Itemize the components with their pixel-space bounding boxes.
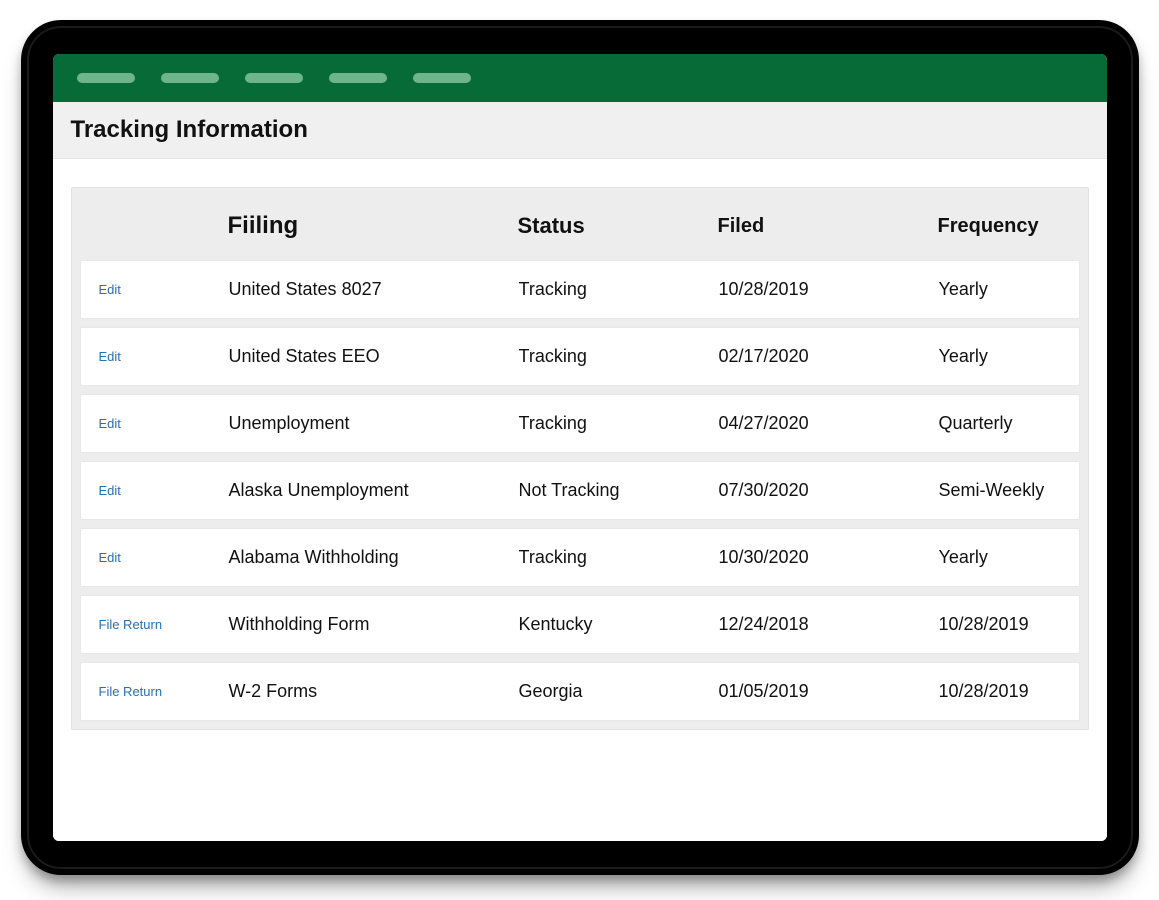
cell-filed: 02/17/2020 — [719, 346, 939, 367]
edit-link[interactable]: Edit — [99, 282, 229, 297]
cell-frequency: Yearly — [939, 279, 1061, 300]
cell-frequency: 10/28/2019 — [939, 614, 1061, 635]
cell-filing: Withholding Form — [229, 614, 519, 635]
table-row: File Return W-2 Forms Georgia 01/05/2019… — [80, 662, 1080, 721]
file-return-link[interactable]: File Return — [99, 617, 229, 632]
table-row: Edit United States 8027 Tracking 10/28/2… — [80, 260, 1080, 319]
edit-link[interactable]: Edit — [99, 550, 229, 565]
cell-status: Tracking — [519, 413, 719, 434]
cell-filing: Unemployment — [229, 413, 519, 434]
cell-filed: 12/24/2018 — [719, 614, 939, 635]
nav-item-placeholder[interactable] — [413, 73, 471, 83]
tablet-frame: Tracking Information Fiiling Status File… — [21, 20, 1139, 875]
cell-frequency: Quarterly — [939, 413, 1061, 434]
top-navigation-bar — [53, 54, 1107, 102]
cell-frequency: Semi-Weekly — [939, 480, 1061, 501]
column-header-filing: Fiiling — [228, 212, 518, 240]
edit-link[interactable]: Edit — [99, 416, 229, 431]
cell-filing: United States 8027 — [229, 279, 519, 300]
cell-frequency: 10/28/2019 — [939, 681, 1061, 702]
nav-item-placeholder[interactable] — [329, 73, 387, 83]
table-row: File Return Withholding Form Kentucky 12… — [80, 595, 1080, 654]
cell-filed: 10/30/2020 — [719, 547, 939, 568]
nav-item-placeholder[interactable] — [161, 73, 219, 83]
column-header-frequency: Frequency — [938, 215, 1062, 238]
table-row: Edit United States EEO Tracking 02/17/20… — [80, 327, 1080, 386]
cell-filing: United States EEO — [229, 346, 519, 367]
cell-filed: 01/05/2019 — [719, 681, 939, 702]
content-area: Fiiling Status Filed Frequency Edit Unit… — [53, 159, 1107, 841]
cell-status: Tracking — [519, 346, 719, 367]
file-return-link[interactable]: File Return — [99, 684, 229, 699]
table-row: Edit Unemployment Tracking 04/27/2020 Qu… — [80, 394, 1080, 453]
edit-link[interactable]: Edit — [99, 483, 229, 498]
cell-filed: 07/30/2020 — [719, 480, 939, 501]
cell-filed: 04/27/2020 — [719, 413, 939, 434]
column-header-status: Status — [518, 213, 718, 239]
nav-item-placeholder[interactable] — [77, 73, 135, 83]
edit-link[interactable]: Edit — [99, 349, 229, 364]
cell-filing: Alabama Withholding — [229, 547, 519, 568]
cell-filing: W-2 Forms — [229, 681, 519, 702]
cell-status: Georgia — [519, 681, 719, 702]
table-row: Edit Alaska Unemployment Not Tracking 07… — [80, 461, 1080, 520]
cell-filed: 10/28/2019 — [719, 279, 939, 300]
page-title: Tracking Information — [71, 116, 1089, 144]
nav-item-placeholder[interactable] — [245, 73, 303, 83]
cell-status: Tracking — [519, 279, 719, 300]
cell-frequency: Yearly — [939, 547, 1061, 568]
cell-frequency: Yearly — [939, 346, 1061, 367]
app-screen: Tracking Information Fiiling Status File… — [53, 54, 1107, 841]
cell-status: Kentucky — [519, 614, 719, 635]
cell-status: Not Tracking — [519, 480, 719, 501]
cell-status: Tracking — [519, 547, 719, 568]
table-header-row: Fiiling Status Filed Frequency — [80, 188, 1080, 258]
column-header-filed: Filed — [718, 215, 938, 238]
cell-filing: Alaska Unemployment — [229, 480, 519, 501]
page-title-bar: Tracking Information — [53, 102, 1107, 159]
table-row: Edit Alabama Withholding Tracking 10/30/… — [80, 528, 1080, 587]
tracking-table: Fiiling Status Filed Frequency Edit Unit… — [71, 187, 1089, 730]
